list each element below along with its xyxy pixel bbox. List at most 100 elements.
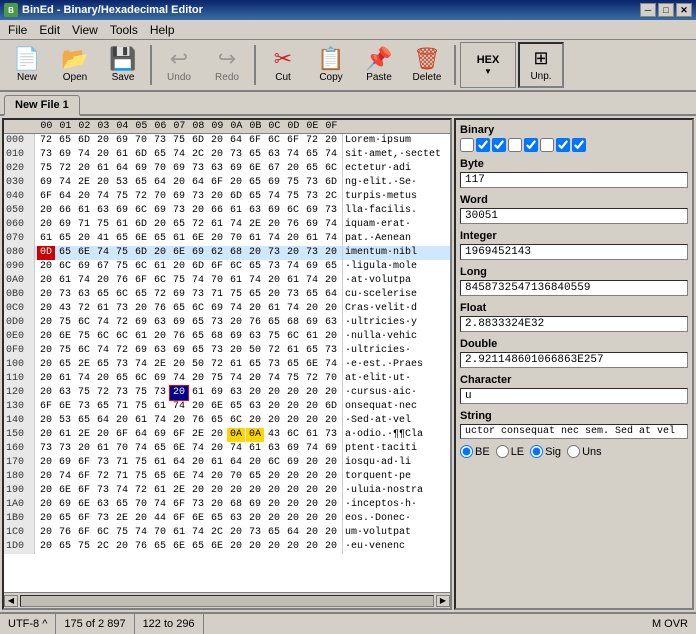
hex-byte[interactable]: 74 (284, 148, 302, 162)
hex-byte[interactable]: 20 (265, 288, 283, 302)
hex-byte[interactable]: 6D (132, 246, 150, 260)
hex-byte[interactable]: 6D (227, 190, 245, 204)
hex-byte[interactable]: 76 (170, 330, 188, 344)
hex-byte[interactable]: 73 (94, 484, 112, 498)
hex-byte[interactable]: 6D (75, 134, 93, 148)
hex-byte[interactable]: 41 (94, 232, 112, 246)
hex-byte[interactable]: 6F (246, 134, 264, 148)
hex-byte[interactable]: 63 (246, 400, 264, 414)
hex-byte[interactable]: 70 (151, 190, 169, 204)
hex-byte[interactable]: 61 (246, 232, 264, 246)
hex-byte[interactable]: 70 (227, 232, 245, 246)
hex-byte[interactable]: 61 (37, 232, 55, 246)
hex-byte[interactable]: 20 (151, 218, 169, 232)
hex-byte[interactable]: 6D (322, 176, 340, 190)
hex-byte[interactable]: 20 (208, 232, 226, 246)
hex-byte[interactable]: 20 (284, 246, 302, 260)
hex-byte[interactable]: 20 (113, 414, 131, 428)
hex-byte[interactable]: 43 (265, 428, 283, 442)
hex-byte[interactable]: 69 (322, 442, 340, 456)
hex-byte[interactable]: 75 (75, 540, 93, 554)
hex-byte[interactable]: 20 (132, 512, 150, 526)
hex-byte[interactable]: 75 (113, 260, 131, 274)
hex-byte[interactable]: 6C (284, 330, 302, 344)
hex-byte[interactable]: 6C (94, 526, 112, 540)
table-row[interactable]: 12020637572737573206169632020202020·curs… (4, 386, 450, 400)
hex-byte[interactable]: 20 (227, 176, 245, 190)
hex-byte[interactable]: 20 (94, 274, 112, 288)
hex-byte[interactable]: 6C (227, 414, 245, 428)
table-row[interactable]: 090206C6967756C61206D6F6C6573746965·ligu… (4, 260, 450, 274)
hex-byte[interactable]: 20 (208, 428, 226, 442)
table-row[interactable]: 10020652E6573742E205072616573656E74·e·es… (4, 358, 450, 372)
hex-byte[interactable]: 64 (113, 162, 131, 176)
hex-byte[interactable]: 74 (303, 442, 321, 456)
hex-byte[interactable]: 73 (113, 358, 131, 372)
hex-byte[interactable]: 74 (75, 148, 93, 162)
hex-byte[interactable]: 20 (75, 442, 93, 456)
hex-byte[interactable]: 65 (56, 232, 74, 246)
hex-byte[interactable]: 74 (227, 372, 245, 386)
hex-byte[interactable]: 65 (94, 288, 112, 302)
hex-byte[interactable]: 76 (113, 274, 131, 288)
hex-byte[interactable]: 6C (94, 330, 112, 344)
hex-byte[interactable]: 68 (284, 316, 302, 330)
hex-byte[interactable]: 20 (246, 302, 264, 316)
save-button[interactable]: 💾 Save (100, 42, 146, 88)
hex-byte[interactable]: 6E (75, 498, 93, 512)
hex-byte[interactable]: 20 (208, 470, 226, 484)
hex-byte[interactable]: 2E (246, 218, 264, 232)
hex-byte[interactable]: 75 (37, 162, 55, 176)
hex-byte[interactable]: 20 (94, 148, 112, 162)
hex-byte[interactable]: 74 (94, 316, 112, 330)
hex-byte[interactable]: 20 (37, 330, 55, 344)
hex-byte[interactable]: 74 (284, 302, 302, 316)
table-row[interactable]: 00072656D20697073756D20646F6C6F7220Lorem… (4, 134, 450, 148)
hex-byte[interactable]: 74 (170, 400, 188, 414)
maximize-button[interactable]: □ (658, 3, 674, 17)
radio-be[interactable]: BE (460, 445, 490, 458)
binary-cb-3[interactable] (508, 138, 522, 152)
hex-byte[interactable]: 20 (151, 246, 169, 260)
float-value[interactable]: 2.8833324E32 (460, 316, 688, 332)
hex-byte[interactable]: 20 (227, 540, 245, 554)
table-row[interactable]: 0D020756C74726963696573207665686963·ultr… (4, 316, 450, 330)
hex-byte[interactable]: 70 (132, 498, 150, 512)
hex-byte[interactable]: 69 (170, 162, 188, 176)
hex-byte[interactable]: 6E (170, 442, 188, 456)
hex-byte[interactable]: 69 (303, 260, 321, 274)
hex-byte[interactable]: 66 (56, 204, 74, 218)
scroll-right-button[interactable]: ▶ (436, 595, 450, 607)
hex-byte[interactable]: 2E (170, 484, 188, 498)
hex-byte[interactable]: 71 (113, 456, 131, 470)
hex-byte[interactable]: 72 (303, 134, 321, 148)
hex-byte[interactable]: 6F (208, 260, 226, 274)
hex-byte[interactable]: 6C (284, 204, 302, 218)
hex-byte[interactable]: 61 (303, 428, 321, 442)
hex-byte[interactable]: 66 (208, 204, 226, 218)
radio-le[interactable]: LE (496, 445, 524, 458)
hex-byte[interactable]: 65 (303, 148, 321, 162)
hex-byte[interactable]: 63 (151, 316, 169, 330)
hex-byte[interactable]: 69 (246, 498, 264, 512)
hex-byte[interactable]: 74 (75, 274, 93, 288)
hex-byte[interactable]: 63 (94, 204, 112, 218)
hex-byte[interactable]: 73 (284, 288, 302, 302)
hex-byte[interactable]: 6D (189, 260, 207, 274)
hex-byte[interactable]: 61 (151, 456, 169, 470)
hex-byte[interactable]: 74 (246, 274, 264, 288)
menu-file[interactable]: File (2, 21, 33, 39)
hex-byte[interactable]: 20 (303, 386, 321, 400)
hex-byte[interactable]: 65 (75, 414, 93, 428)
hex-byte[interactable]: 6E (208, 540, 226, 554)
hex-byte[interactable]: 61 (246, 442, 264, 456)
hex-byte[interactable]: 20 (265, 470, 283, 484)
hex-byte[interactable]: 63 (56, 386, 74, 400)
delete-button[interactable]: 🗑 Delete (404, 42, 450, 88)
hex-byte[interactable]: 74 (189, 470, 207, 484)
hex-byte[interactable]: 73 (208, 316, 226, 330)
hex-byte[interactable]: 20 (322, 498, 340, 512)
radio-be-input[interactable] (460, 445, 473, 458)
hex-byte[interactable]: 61 (151, 484, 169, 498)
hex-byte[interactable]: 69 (170, 288, 188, 302)
